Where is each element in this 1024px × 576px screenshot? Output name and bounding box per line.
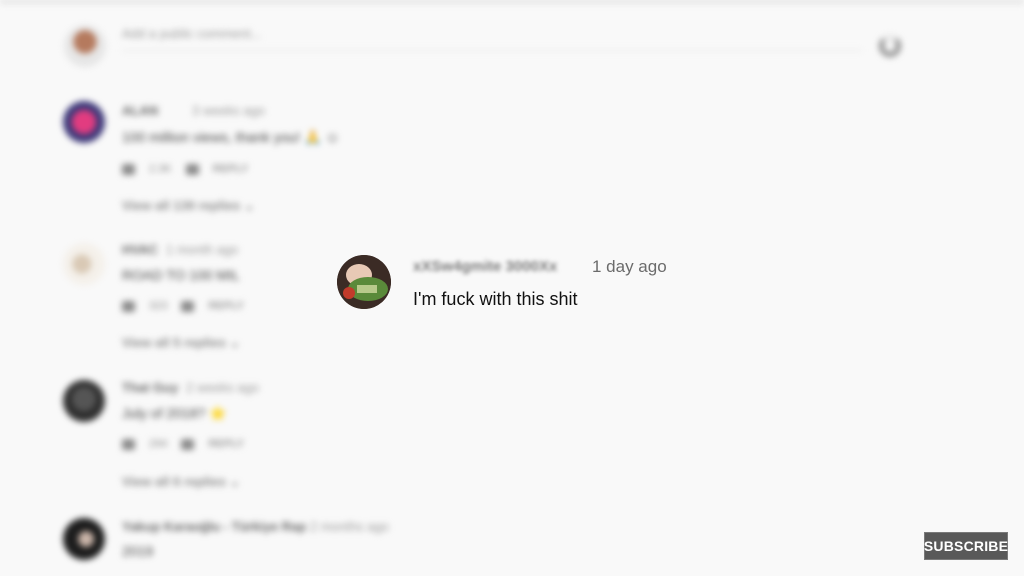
comment-time[interactable]: 1 month ago <box>166 242 238 257</box>
comment-input[interactable]: Add a public comment... <box>122 26 261 41</box>
like-count: 294 <box>149 438 168 450</box>
comment-author[interactable]: HVAC <box>122 242 158 257</box>
comment-actions: 2.3K REPLY <box>122 163 248 175</box>
comment-actions: 323 REPLY <box>122 300 244 312</box>
avatar[interactable] <box>63 243 105 285</box>
dislike-icon[interactable] <box>185 163 199 175</box>
comment-time[interactable]: 3 weeks ago <box>192 103 265 118</box>
reply-button[interactable]: REPLY <box>208 300 244 312</box>
comment-text: July of 2018? ⭐ <box>122 405 227 421</box>
like-icon[interactable] <box>122 300 135 312</box>
comment-input-underline <box>122 50 862 51</box>
featured-comment-text: I'm fuck with this shit <box>413 289 578 309</box>
avatar[interactable] <box>63 101 105 143</box>
featured-comment-time[interactable]: 1 day ago <box>592 257 667 277</box>
top-divider <box>0 0 1024 3</box>
current-user-avatar <box>64 25 106 67</box>
reply-button[interactable]: REPLY <box>213 163 249 175</box>
subscribe-button[interactable]: SUBSCRIBE <box>924 532 1008 560</box>
comment-actions: 294 REPLY <box>122 438 244 450</box>
avatar-image <box>337 255 391 309</box>
featured-comment-author[interactable]: xXSw4gmite 3000Xx <box>413 258 557 275</box>
loading-spinner-icon <box>879 35 901 57</box>
like-icon[interactable] <box>122 438 135 450</box>
avatar[interactable] <box>63 518 105 560</box>
reply-button[interactable]: REPLY <box>208 438 244 450</box>
comment-text: ROAD TO 100 MIL <box>122 267 240 283</box>
view-replies-link[interactable]: View all 139 replies ⌄ <box>122 198 255 214</box>
featured-comment-avatar[interactable] <box>337 255 391 309</box>
comment-time[interactable]: 2 weeks ago <box>186 380 259 395</box>
blurred-comments-background: Add a public comment... ALAN 3 weeks ago… <box>0 0 1024 576</box>
like-icon[interactable] <box>122 163 135 175</box>
view-replies-link[interactable]: View all 5 replies ⌄ <box>122 335 240 351</box>
comment-text: 2019 <box>122 543 154 559</box>
view-replies-link[interactable]: View all 6 replies ⌄ <box>122 474 240 490</box>
comment-time[interactable]: 2 months ago <box>310 519 389 534</box>
dislike-icon[interactable] <box>181 438 195 450</box>
comment-author[interactable]: ALAN <box>122 103 158 118</box>
comment-text: 100 million views, thank you! 🙏 ☺ <box>122 129 340 145</box>
like-count: 323 <box>149 300 168 312</box>
like-count: 2.3K <box>149 163 172 175</box>
comment-author[interactable]: Yakup Karaoğlu - Türkiye Rap <box>122 519 306 534</box>
dislike-icon[interactable] <box>181 300 195 312</box>
comment-author[interactable]: That Guy <box>122 380 178 395</box>
avatar[interactable] <box>63 380 105 422</box>
